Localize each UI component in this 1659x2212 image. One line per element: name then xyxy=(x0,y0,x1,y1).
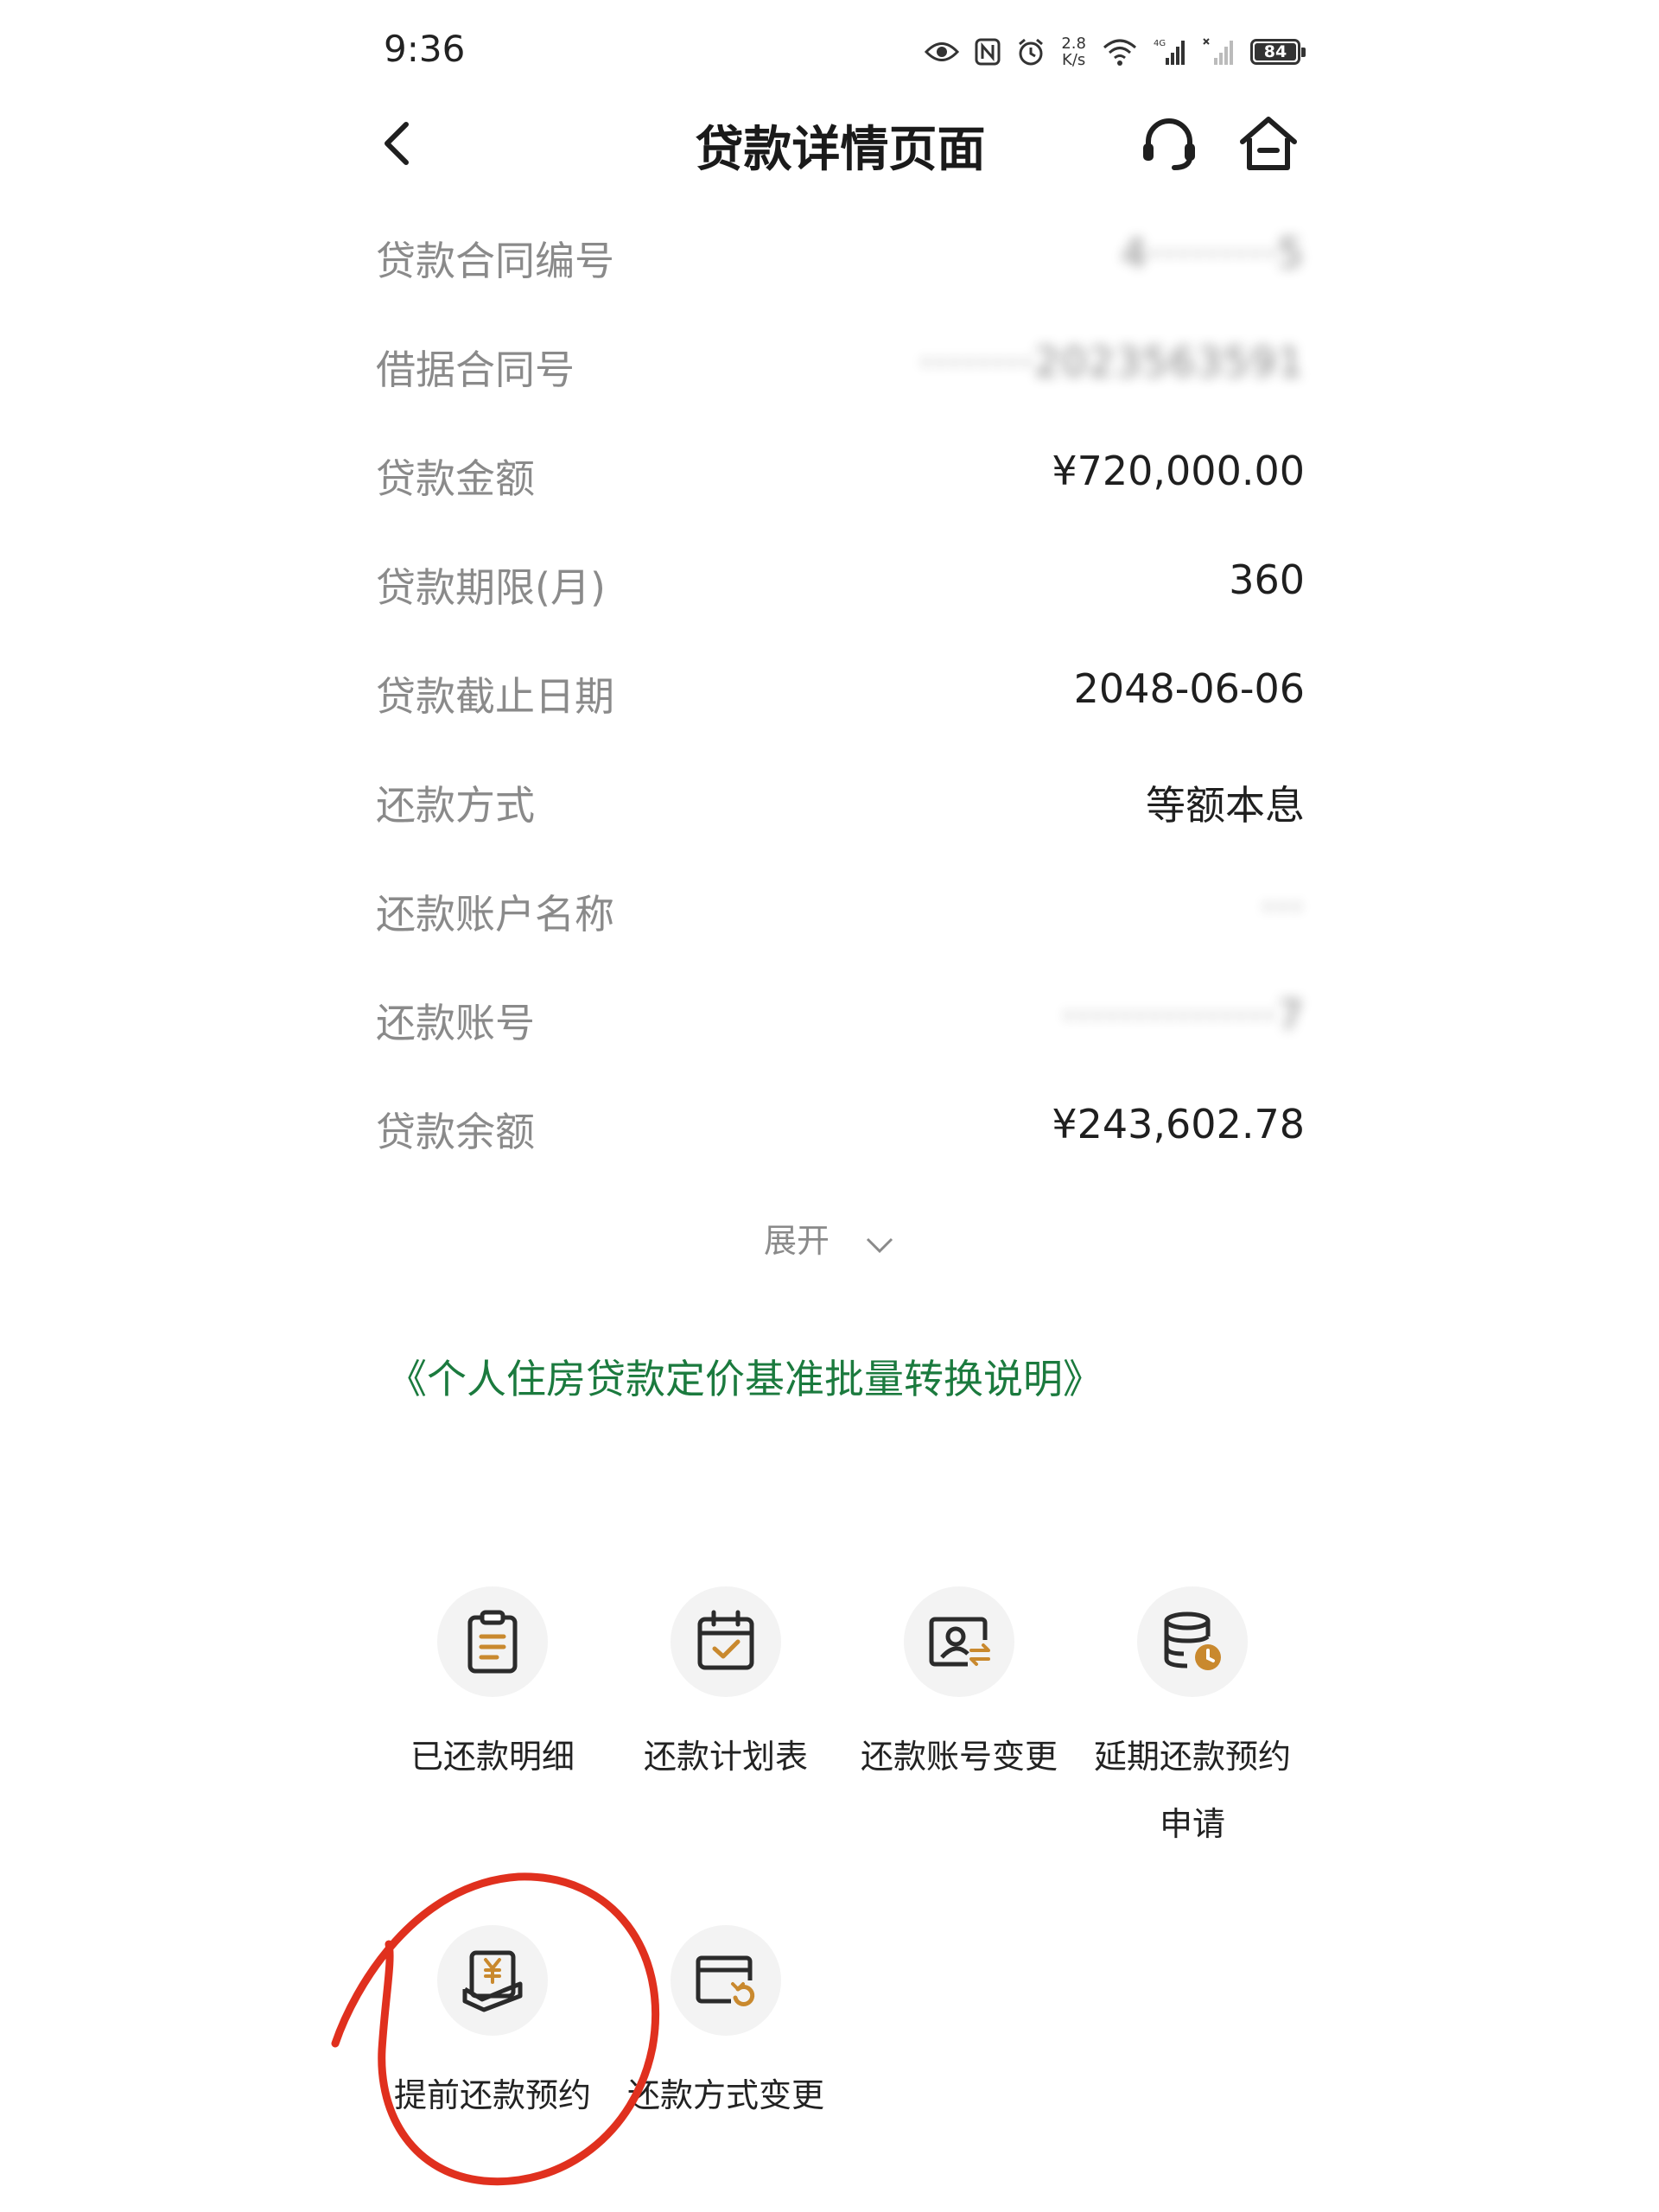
detail-value: ¥243,602.78 xyxy=(1052,1101,1305,1147)
detail-value: ···············7 xyxy=(1062,992,1305,1039)
nfc-icon xyxy=(975,38,1001,66)
detail-value: 2048-06-06 xyxy=(1073,665,1305,712)
battery-level: 84 xyxy=(1255,43,1296,61)
calendar-check-icon xyxy=(671,1586,781,1697)
account-change-button[interactable]: 还款账号变更 xyxy=(842,1586,1076,1790)
detail-row-loan-balance: 贷款余额 ¥243,602.78 xyxy=(376,1078,1305,1187)
detail-value: 360 xyxy=(1229,556,1305,603)
signal-4g-icon: 4G xyxy=(1154,39,1185,65)
grid-label: 已还款明细 xyxy=(410,1738,575,1776)
detail-row-repayment-method: 还款方式 等额本息 xyxy=(376,752,1305,861)
battery-icon: 84 xyxy=(1250,39,1306,65)
prepayment-appointment-button[interactable]: 提前还款预约 xyxy=(376,1925,609,2129)
detail-row-account-name: 还款账户名称 ··· xyxy=(376,861,1305,969)
alarm-icon xyxy=(1019,38,1044,66)
grid-label-line: 延期还款预约 xyxy=(1093,1738,1291,1776)
detail-label: 还款方式 xyxy=(376,782,535,829)
detail-label: 贷款余额 xyxy=(376,1109,535,1155)
yuan-hand-icon xyxy=(437,1925,548,2036)
top-navigation-bar: 贷款详情页面 xyxy=(372,95,1309,190)
detail-label: 贷款截止日期 xyxy=(376,673,614,720)
detail-label: 还款账户名称 xyxy=(376,891,614,938)
repaid-details-button[interactable]: 已还款明细 xyxy=(376,1586,609,1790)
grid-label-line: 申请 xyxy=(1159,1805,1225,1843)
detail-label: 贷款合同编号 xyxy=(376,238,614,284)
chevron-down-icon xyxy=(864,1224,895,1262)
detail-row-loan-amount: 贷款金额 ¥720,000.00 xyxy=(376,425,1305,534)
signal-empty-icon xyxy=(1203,38,1233,65)
detail-row-contract-number: 贷款合同编号 4·········5 xyxy=(376,207,1305,316)
grid-label: 延期还款预约 申请 xyxy=(1076,1723,1309,1858)
customer-service-button[interactable] xyxy=(1136,111,1202,176)
detail-value: ¥720,000.00 xyxy=(1052,448,1305,494)
account-exchange-icon xyxy=(904,1586,1014,1697)
detail-label: 借据合同号 xyxy=(376,346,575,393)
detail-row-account-number: 还款账号 ···············7 xyxy=(376,969,1305,1078)
card-refresh-icon xyxy=(671,1925,781,2036)
home-button[interactable] xyxy=(1236,111,1301,176)
status-icons: 2.8 K/s 4G 84 xyxy=(925,33,1306,71)
detail-label: 贷款金额 xyxy=(376,455,535,502)
expand-button[interactable]: 展开 xyxy=(0,1214,1659,1262)
detail-row-loan-term: 贷款期限(月) 360 xyxy=(376,534,1305,643)
grid-label: 还款方式变更 xyxy=(626,2076,824,2114)
detail-label: 贷款期限(月) xyxy=(376,564,606,611)
detail-value: 等额本息 xyxy=(1146,782,1305,829)
detail-value: 4·········5 xyxy=(1121,230,1305,276)
svg-text:4G: 4G xyxy=(1154,39,1166,48)
network-speed-value: 2.8 xyxy=(1061,35,1086,53)
database-clock-icon xyxy=(1137,1586,1248,1697)
detail-row-end-date: 贷款截止日期 2048-06-06 xyxy=(376,643,1305,752)
pricing-benchmark-conversion-link[interactable]: 《个人住房贷款定价基准批量转换说明》 xyxy=(387,1348,1103,1405)
detail-label: 还款账号 xyxy=(376,1000,535,1046)
home-icon xyxy=(1240,117,1297,170)
repayment-method-change-button[interactable]: 还款方式变更 xyxy=(609,1925,842,2129)
detail-value: ··· xyxy=(1262,883,1305,930)
headset-icon xyxy=(1143,118,1195,170)
network-speed: 2.8 K/s xyxy=(1061,35,1086,68)
loan-detail-list: 贷款合同编号 4·········5 借据合同号 ········2023563… xyxy=(376,207,1305,1187)
eye-icon xyxy=(925,42,960,61)
grid-label: 提前还款预约 xyxy=(393,2076,591,2114)
status-time: 9:36 xyxy=(384,28,466,70)
repayment-schedule-button[interactable]: 还款计划表 xyxy=(609,1586,842,1790)
detail-value: ········2023563591 xyxy=(919,339,1305,385)
deferral-application-button[interactable]: 延期还款预约 申请 xyxy=(1076,1586,1309,1858)
clipboard-list-icon xyxy=(437,1586,548,1697)
wifi-icon xyxy=(1103,39,1136,66)
grid-label: 还款计划表 xyxy=(643,1738,808,1776)
network-speed-unit: K/s xyxy=(1062,51,1086,69)
status-bar: 9:36 2.8 K/s 4G 84 xyxy=(372,26,1309,78)
grid-label: 还款账号变更 xyxy=(860,1738,1058,1776)
expand-label: 展开 xyxy=(763,1222,830,1260)
detail-row-iou-number: 借据合同号 ········2023563591 xyxy=(376,316,1305,425)
